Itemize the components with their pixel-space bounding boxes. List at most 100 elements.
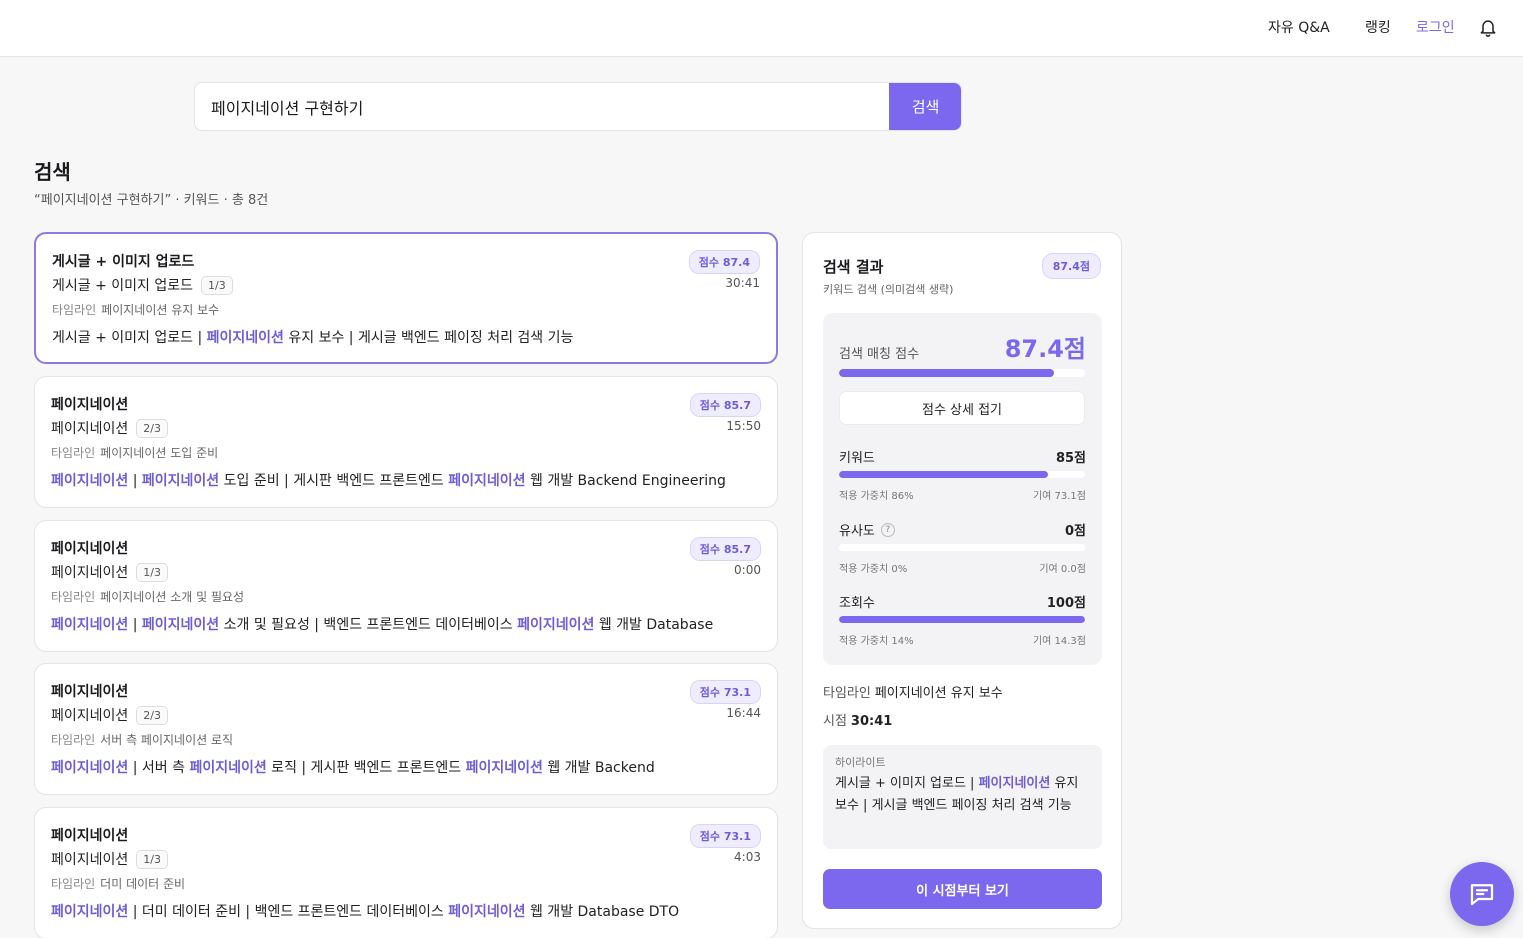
metric-bar <box>839 471 1085 478</box>
metric-name: 조회수 <box>839 592 875 611</box>
metric-value: 85점 <box>1055 451 1086 466</box>
panel-timeline-label: 타임라인 <box>823 686 871 701</box>
highlight-text: | 더미 데이터 준비 | 백엔드 프론트엔드 데이터베이스 <box>128 904 449 920</box>
match-score-label: 검색 매칭 점수 <box>839 347 920 362</box>
page-title: 검색 <box>34 160 71 184</box>
result-score-badge: 점수 87.4 <box>688 250 760 274</box>
nav-free-qa[interactable]: 자유 Q&A <box>1268 17 1330 37</box>
watch-from-here-button[interactable]: 이 시점부터 보기 <box>823 869 1102 909</box>
score-detail-toggle-button[interactable]: 점수 상세 접기 <box>839 391 1085 425</box>
result-timestamp: 15:50 <box>726 419 761 433</box>
search-bar: 검색 <box>194 82 962 131</box>
match-score-value: 87.4점 <box>1004 335 1086 363</box>
chat-fab-button[interactable] <box>1450 862 1514 926</box>
highlight-keyword: 페이지네이션 <box>517 617 595 633</box>
result-timestamp: 30:41 <box>725 276 760 290</box>
result-subtitle-row: 페이지네이션 1/3 <box>51 562 168 582</box>
metric-contribution: 기여 0.0점 <box>1039 564 1086 575</box>
result-timeline-label: 타임라인 <box>51 733 96 747</box>
panel-time-label: 시점 <box>823 714 847 729</box>
bell-icon[interactable] <box>1478 16 1498 38</box>
result-subtitle-row: 게시글 + 이미지 업로드 1/3 <box>52 275 233 295</box>
result-card[interactable]: 페이지네이션 페이지네이션 2/3 타임라인 페이지네이션 도입 준비 페이지네이션 | … <box>34 376 778 508</box>
highlight-keyword: 페이지네이션 <box>978 776 1051 791</box>
result-part-badge: 2/3 <box>136 418 168 438</box>
result-timeline-label: 타임라인 <box>51 446 96 460</box>
panel-time-value: 30:41 <box>850 714 893 729</box>
result-timeline-value: 페이지네이션 유지 보수 <box>101 303 220 317</box>
metric-label: 유사도 <box>839 524 875 539</box>
match-score-bar <box>839 369 1085 377</box>
metric-weight: 적용 가중치 14% <box>839 636 914 647</box>
panel-highlight-label: 하이라이트 <box>835 756 886 769</box>
help-icon[interactable]: ? <box>880 522 895 537</box>
result-title: 페이지네이션 <box>51 684 129 700</box>
highlight-text: 게시글 + 이미지 업로드 | <box>835 776 979 791</box>
result-card[interactable]: 페이지네이션 페이지네이션 1/3 타임라인 페이지네이션 소개 및 필요성 페이지네이션… <box>34 520 778 652</box>
result-subtitle: 페이지네이션 <box>51 708 129 724</box>
metric-contribution: 기여 73.1점 <box>1032 491 1086 502</box>
highlight-text: | <box>128 473 142 489</box>
panel-subtitle: 키워드 검색 (의미검색 생략) <box>823 283 954 296</box>
top-nav-bar: 자유 Q&A 랭킹 로그인 <box>0 0 1523 57</box>
metric-contribution: 기여 14.3점 <box>1032 636 1086 647</box>
highlight-keyword: 페이지네이션 <box>51 473 129 489</box>
page-subtitle: “페이지네이션 구현하기” · 키워드 · 총 8건 <box>34 193 269 208</box>
result-part-badge: 1/3 <box>136 562 168 582</box>
metric-bar <box>839 544 1085 551</box>
highlight-keyword: 페이지네이션 <box>189 760 267 776</box>
result-subtitle: 페이지네이션 <box>51 852 129 868</box>
highlight-keyword: 페이지네이션 <box>141 617 220 633</box>
result-highlight: 페이지네이션 | 페이지네이션 소개 및 필요성 | 백엔드 프론트엔드 데이터… <box>51 614 713 634</box>
panel-timeline: 타임라인 페이지네이션 유지 보수 <box>823 682 1003 701</box>
metric-value: 0점 <box>1064 524 1086 539</box>
score-breakdown: 검색 매칭 점수 87.4점 점수 상세 접기 키워드 85점 적용 가중치 86%… <box>823 313 1102 665</box>
panel-highlight-text: 게시글 + 이미지 업로드 | 페이지네이션 유지 보수 | 게시글 백엔드 페… <box>835 773 1093 817</box>
result-card[interactable]: 페이지네이션 페이지네이션 1/3 타임라인 더미 데이터 준비 페이지네이션 | 더미 … <box>34 807 778 938</box>
result-timeline: 타임라인 더미 데이터 준비 <box>51 875 185 892</box>
chat-icon <box>1470 884 1494 906</box>
highlight-keyword: 페이지네이션 <box>141 473 220 489</box>
result-part-badge: 1/3 <box>201 275 233 295</box>
metric-value: 100점 <box>1046 596 1086 611</box>
nav-login[interactable]: 로그인 <box>1416 17 1455 37</box>
result-score-badge: 점수 85.7 <box>689 393 761 417</box>
result-score-badge: 점수 85.7 <box>689 537 761 561</box>
result-timeline: 타임라인 페이지네이션 소개 및 필요성 <box>51 588 244 605</box>
result-timeline-label: 타임라인 <box>51 590 96 604</box>
nav-ranking[interactable]: 랭킹 <box>1365 17 1391 37</box>
highlight-keyword: 페이지네이션 <box>51 760 129 776</box>
highlight-text: | 서버 측 <box>128 760 190 776</box>
search-button[interactable]: 검색 <box>889 83 961 130</box>
result-card[interactable]: 게시글 + 이미지 업로드 게시글 + 이미지 업로드 1/3 타임라인 페이지네이션 … <box>34 232 778 364</box>
result-timeline-value: 페이지네이션 도입 준비 <box>100 446 219 460</box>
result-timestamp: 4:03 <box>734 850 761 864</box>
result-card[interactable]: 페이지네이션 페이지네이션 2/3 타임라인 서버 측 페이지네이션 로직 페이지네이션 … <box>34 663 778 795</box>
search-input[interactable] <box>195 83 890 130</box>
result-subtitle: 게시글 + 이미지 업로드 <box>52 278 194 294</box>
result-timeline: 타임라인 페이지네이션 유지 보수 <box>52 301 219 318</box>
panel-time: 시점 30:41 <box>823 710 892 729</box>
highlight-text: 로직 | 게시판 백엔드 프론트엔드 <box>266 760 466 776</box>
highlight-text: 웹 개발 Backend Engineering <box>525 473 726 489</box>
result-part-badge: 2/3 <box>136 705 168 725</box>
match-score-bar-fill <box>839 369 1054 377</box>
result-timeline-value: 페이지네이션 소개 및 필요성 <box>100 590 245 604</box>
result-timeline-label: 타임라인 <box>52 303 97 317</box>
result-highlight: 페이지네이션 | 페이지네이션 도입 준비 | 게시판 백엔드 프론트엔드 페이… <box>51 470 726 490</box>
highlight-text: 웹 개발 Backend <box>542 760 655 776</box>
panel-timeline-value: 페이지네이션 유지 보수 <box>874 686 1003 701</box>
metric-bar-fill <box>839 616 1085 623</box>
highlight-keyword: 페이지네이션 <box>465 760 543 776</box>
highlight-keyword: 페이지네이션 <box>448 904 526 920</box>
result-detail-panel: 검색 결과 키워드 검색 (의미검색 생략) 87.4점 검색 매칭 점수 87… <box>802 232 1122 929</box>
metric-bar <box>839 616 1085 623</box>
result-part-badge: 1/3 <box>136 849 168 869</box>
highlight-text: 소개 및 필요성 | 백엔드 프론트엔드 데이터베이스 <box>219 617 518 633</box>
highlight-keyword: 페이지네이션 <box>51 904 129 920</box>
highlight-keyword: 페이지네이션 <box>448 473 526 489</box>
result-score-badge: 점수 73.1 <box>689 680 761 704</box>
result-timeline: 타임라인 서버 측 페이지네이션 로직 <box>51 731 233 748</box>
result-title: 게시글 + 이미지 업로드 <box>52 254 195 270</box>
result-subtitle: 페이지네이션 <box>51 421 129 437</box>
